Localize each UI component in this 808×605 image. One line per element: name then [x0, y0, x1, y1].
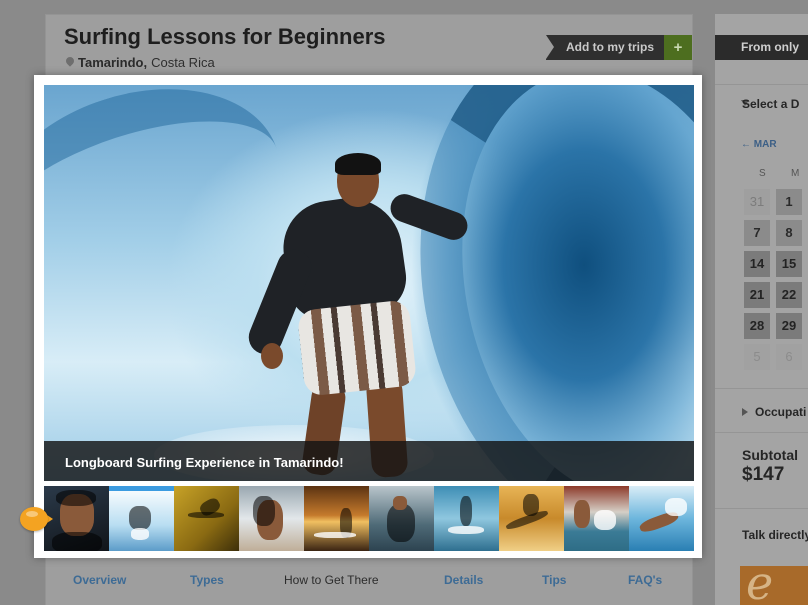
location-city[interactable]: Tamarindo,: [78, 55, 147, 70]
subtotal-label: Subtotal: [742, 447, 798, 463]
plus-icon: +: [664, 35, 693, 60]
calendar-day[interactable]: 7: [744, 220, 770, 246]
calendar-day: 5: [744, 344, 770, 370]
month-label: MAR: [753, 139, 777, 150]
add-to-trips-label: Add to my trips: [546, 35, 665, 60]
occupation-toggle[interactable]: Occupati: [755, 405, 806, 419]
thumbnail[interactable]: [499, 486, 564, 551]
arrow-left-icon: ←: [741, 139, 751, 150]
calendar-day[interactable]: 22: [776, 282, 802, 308]
calendar-day[interactable]: 1: [776, 189, 802, 215]
thumbnail-strip: [44, 486, 694, 551]
month-nav[interactable]: ← MAR: [741, 139, 777, 150]
divider: [715, 508, 808, 509]
calendar-day[interactable]: 21: [744, 282, 770, 308]
talk-directly-heading: Talk directly: [742, 528, 808, 542]
photo-caption: Longboard Surfing Experience in Tamarind…: [44, 441, 694, 481]
location: Tamarindo, Costa Rica: [66, 55, 215, 70]
thumbnail[interactable]: [239, 486, 304, 551]
weekday-label: S: [759, 168, 766, 179]
photo-lightbox: Longboard Surfing Experience in Tamarind…: [34, 75, 702, 558]
calendar-day[interactable]: 29: [776, 313, 802, 339]
select-date-toggle[interactable]: Select a D: [742, 97, 799, 111]
tab-details[interactable]: Details: [444, 573, 483, 587]
price-banner: From only: [715, 35, 808, 60]
thumbnail[interactable]: [304, 486, 369, 551]
calendar-day[interactable]: 14: [744, 251, 770, 277]
promo-logo: e: [746, 566, 774, 605]
tab-overview[interactable]: Overview: [73, 573, 126, 587]
page-title: Surfing Lessons for Beginners: [64, 24, 386, 49]
thumbnail[interactable]: [109, 486, 174, 551]
weekday-label: M: [791, 168, 800, 179]
promo-image[interactable]: e: [740, 566, 808, 605]
tab-how-to-get-there[interactable]: How to Get There: [284, 573, 379, 587]
tab-types[interactable]: Types: [190, 573, 224, 587]
map-pin-icon: [66, 57, 74, 68]
thumbnail[interactable]: [369, 486, 434, 551]
divider: [715, 432, 808, 433]
add-to-trips-button[interactable]: Add to my trips +: [546, 35, 693, 60]
divider: [715, 84, 808, 85]
calendar-day[interactable]: 15: [776, 251, 802, 277]
main-photo[interactable]: [44, 85, 694, 481]
tab-faqs[interactable]: FAQ's: [628, 573, 662, 587]
subtotal-value: $147: [742, 464, 785, 485]
calendar-day[interactable]: 8: [776, 220, 802, 246]
tab-tips[interactable]: Tips: [542, 573, 566, 587]
thumbnail[interactable]: [434, 486, 499, 551]
thumbnail[interactable]: [174, 486, 239, 551]
surfer-figure: [219, 153, 472, 481]
divider: [715, 388, 808, 389]
calendar-day[interactable]: 28: [744, 313, 770, 339]
thumbnail[interactable]: [629, 486, 694, 551]
location-country: Costa Rica: [151, 55, 215, 70]
thumbnail-pointer-icon[interactable]: [20, 507, 54, 531]
calendar-day: 31: [744, 189, 770, 215]
calendar-day: 6: [776, 344, 802, 370]
thumbnail[interactable]: [564, 486, 629, 551]
triangle-right-icon[interactable]: [742, 408, 748, 416]
